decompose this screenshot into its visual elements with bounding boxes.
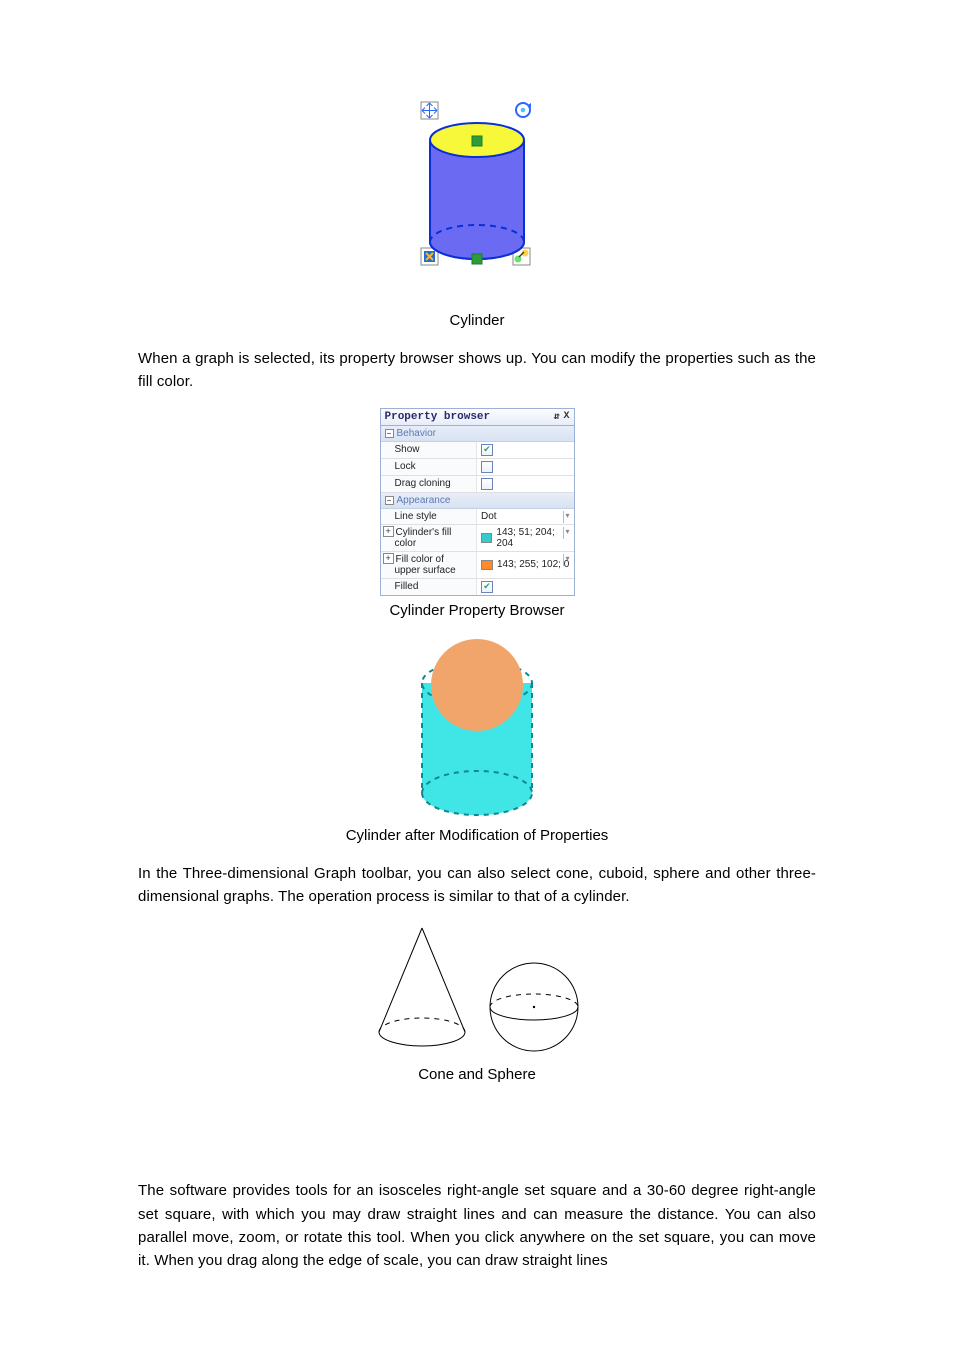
caption-cone-sphere: Cone and Sphere [138,1066,816,1083]
resize-handle-top[interactable] [472,136,482,146]
paragraph-set-square: The software provides tools for an isosc… [138,1179,816,1272]
linestyle-dropdown[interactable]: Dot ▾ [477,509,574,524]
cylfill-picker[interactable]: 143; 51; 204; 204 ▾ [477,525,574,551]
chevron-down-icon[interactable]: ▾ [563,527,572,539]
property-browser-title: Property browser [385,411,491,423]
color-swatch [481,560,493,570]
prop-value: Dot [481,511,497,522]
collapse-icon[interactable]: − [385,496,394,505]
property-browser-title-bar: Property browser ⇵ X [381,409,574,426]
prop-row-linestyle: Line style Dot ▾ [381,509,574,525]
cone-icon [379,928,465,1046]
caption-modified: Cylinder after Modification of Propertie… [138,827,816,844]
section-appearance[interactable]: − Appearance [381,493,574,509]
prop-label: Line style [381,509,478,524]
prop-row-upperfill: +Fill color of upper surface 143; 255; 1… [381,552,574,579]
checkbox-filled[interactable]: ✔ [481,581,493,593]
checkbox-show[interactable]: ✔ [481,444,493,456]
upperfill-picker[interactable]: 143; 255; 102; 0 ▾ [477,552,574,578]
figure-cylinder-selected [377,100,577,306]
section-appearance-label: Appearance [397,495,451,506]
paragraph-3d-toolbar: In the Three-dimensional Graph toolbar, … [138,862,816,909]
paragraph-intro: When a graph is selected, its property b… [138,347,816,394]
close-icon[interactable]: X [563,411,569,423]
prop-label: Show [381,442,478,458]
prop-label: Lock [381,459,478,475]
pin-icon[interactable]: ⇵ [553,411,559,423]
color-swatch [481,533,492,543]
rotate-handle-icon [516,103,531,117]
prop-label: +Cylinder's fill color [381,525,478,551]
prop-row-dragcloning: Drag cloning [381,476,574,493]
caption-cylinder: Cylinder [138,312,816,329]
prop-label: +Fill color of upper surface [381,552,478,578]
section-behavior[interactable]: − Behavior [381,426,574,442]
checkbox-dragcloning[interactable] [481,478,493,490]
prop-row-filled: Filled ✔ [381,579,574,595]
prop-row-cylfill: +Cylinder's fill color 143; 51; 204; 204… [381,525,574,552]
chevron-down-icon[interactable]: ▾ [563,511,572,523]
chevron-down-icon[interactable]: ▾ [563,554,572,566]
prop-value: 143; 51; 204; 204 [496,527,569,549]
prop-row-show: Show ✔ [381,442,574,459]
move-handle-icon [421,102,438,119]
prop-label: Drag cloning [381,476,478,492]
caption-property-browser: Cylinder Property Browser [138,602,816,619]
sphere-icon [490,963,578,1051]
property-browser-panel: Property browser ⇵ X − Behavior Show ✔ L… [380,408,575,596]
prop-row-lock: Lock [381,459,574,476]
checkbox-lock[interactable] [481,461,493,473]
resize-handle-bottom[interactable] [472,254,482,264]
prop-label: Filled [381,579,478,595]
collapse-icon[interactable]: − [385,429,394,438]
prop-value: 143; 255; 102; 0 [497,559,569,570]
section-behavior-label: Behavior [397,428,436,439]
figure-cylinder-modified [404,637,550,821]
figure-cone-sphere [364,922,590,1060]
